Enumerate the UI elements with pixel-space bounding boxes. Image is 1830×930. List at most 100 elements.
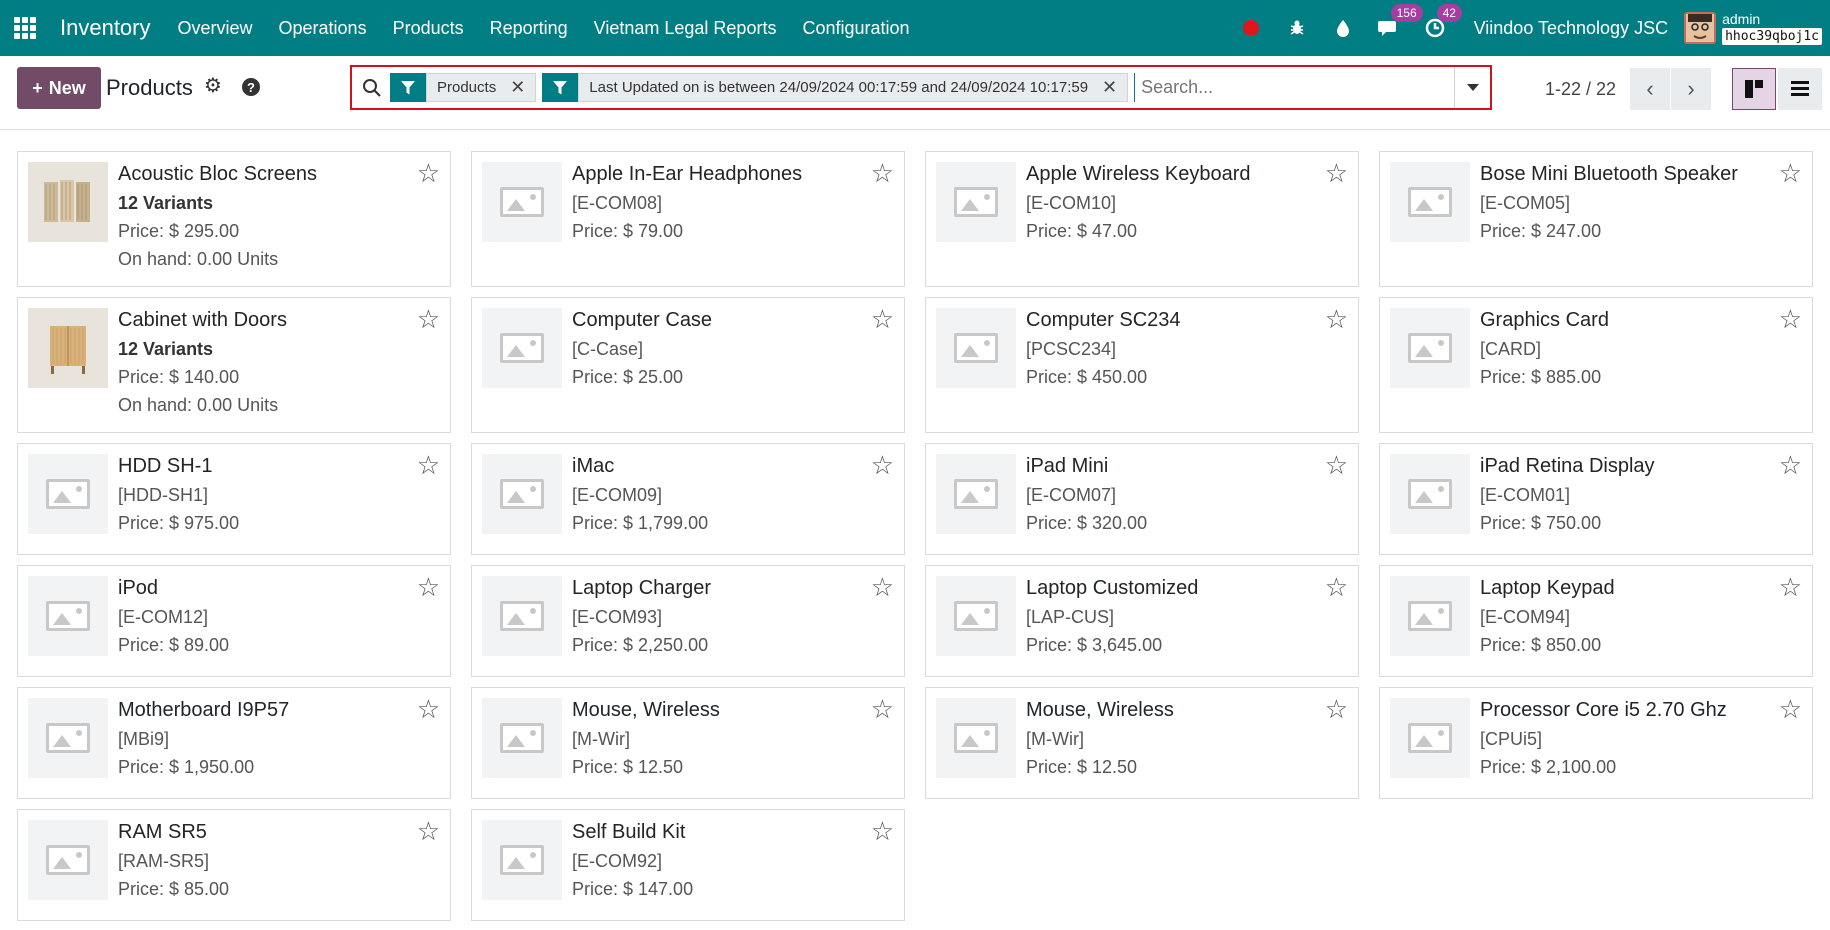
product-name: Laptop Customized: [1026, 577, 1199, 599]
favorite-star-icon[interactable]: ☆: [1325, 160, 1348, 186]
product-name: Laptop Keypad: [1480, 577, 1615, 599]
product-card[interactable]: iPad Retina Display [E-COM01] Price: $ 750…: [1379, 443, 1813, 555]
menu-overview[interactable]: Overview: [165, 18, 266, 39]
product-card[interactable]: iPad Mini [E-COM07] Price: $ 320.00 ☆: [925, 443, 1359, 555]
favorite-star-icon[interactable]: ☆: [1325, 306, 1348, 332]
product-card[interactable]: iMac [E-COM09] Price: $ 1,799.00 ☆: [471, 443, 905, 555]
product-card[interactable]: Motherboard I9P57 [MBi9] Price: $ 1,950.00…: [17, 687, 451, 799]
favorite-star-icon[interactable]: ☆: [417, 306, 440, 332]
new-button[interactable]: + New: [17, 67, 101, 109]
product-price: Price: $ 1,799.00: [572, 513, 709, 533]
product-card[interactable]: RAM SR5 [RAM-SR5] Price: $ 85.00 ☆: [17, 809, 451, 921]
product-card[interactable]: Computer SC234 [PCSC234] Price: $ 450.00 ☆: [925, 297, 1359, 433]
product-card[interactable]: Apple Wireless Keyboard [E-COM10] Price: $…: [925, 151, 1359, 287]
favorite-star-icon[interactable]: ☆: [417, 160, 440, 186]
pager-value[interactable]: 1-22 / 22: [1545, 79, 1616, 100]
activity-clock-icon[interactable]: 42: [1423, 4, 1462, 40]
product-card[interactable]: HDD SH-1 [HDD-SH1] Price: $ 975.00 ☆: [17, 443, 451, 555]
product-card[interactable]: Acoustic Bloc Screens 12 Variants Price: $…: [17, 151, 451, 287]
search-options-toggle[interactable]: [1454, 67, 1490, 108]
placeholder-image-icon: [482, 576, 562, 656]
remove-facet-icon[interactable]: ✕: [1102, 77, 1117, 98]
product-card[interactable]: Processor Core i5 2.70 Ghz [CPUi5] Price: …: [1379, 687, 1813, 799]
product-card[interactable]: Computer Case [C-Case] Price: $ 25.00 ☆: [471, 297, 905, 433]
remove-facet-icon[interactable]: ✕: [510, 77, 525, 98]
menu-configuration[interactable]: Configuration: [789, 18, 922, 39]
favorite-star-icon[interactable]: ☆: [417, 696, 440, 722]
product-card[interactable]: Laptop Keypad [E-COM94] Price: $ 850.00 ☆: [1379, 565, 1813, 677]
favorite-star-icon[interactable]: ☆: [871, 818, 894, 844]
menu-vietnam-legal-reports[interactable]: Vietnam Legal Reports: [581, 18, 790, 39]
chat-icon[interactable]: 156: [1377, 4, 1423, 40]
favorite-star-icon[interactable]: ☆: [1325, 696, 1348, 722]
favorite-star-icon[interactable]: ☆: [1779, 452, 1802, 478]
favorite-star-icon[interactable]: ☆: [871, 696, 894, 722]
company-switcher[interactable]: Viindoo Technology JSC: [1474, 18, 1668, 39]
favorite-star-icon[interactable]: ☆: [1779, 574, 1802, 600]
menu-reporting[interactable]: Reporting: [477, 18, 581, 39]
search-input[interactable]: [1134, 73, 1454, 102]
help-icon[interactable]: ?: [242, 78, 260, 96]
product-price: Price: $ 12.50: [572, 757, 684, 777]
product-reference: [E-COM10]: [1026, 193, 1117, 213]
product-card[interactable]: Cabinet with Doors 12 Variants Price: $ 14…: [17, 297, 451, 433]
product-card[interactable]: Laptop Charger [E-COM93] Price: $ 2,250.00…: [471, 565, 905, 677]
recording-icon[interactable]: [1239, 16, 1263, 40]
product-card[interactable]: Bose Mini Bluetooth Speaker [E-COM05] Pric…: [1379, 151, 1813, 287]
placeholder-image-icon: [482, 454, 562, 534]
favorite-star-icon[interactable]: ☆: [1779, 306, 1802, 332]
product-card[interactable]: Laptop Customized [LAP-CUS] Price: $ 3,645…: [925, 565, 1359, 677]
product-reference: [E-COM92]: [572, 851, 663, 871]
product-name: HDD SH-1: [118, 455, 213, 477]
product-price: Price: $ 47.00: [1026, 221, 1138, 241]
product-card[interactable]: Graphics Card [CARD] Price: $ 885.00 ☆: [1379, 297, 1813, 433]
product-price: Price: $ 25.00: [572, 367, 684, 387]
theme-drop-icon[interactable]: [1331, 16, 1355, 40]
product-on-hand: On hand: 0.00 Units: [118, 395, 279, 415]
favorite-star-icon[interactable]: ☆: [871, 306, 894, 332]
gear-icon[interactable]: ⚙: [204, 73, 222, 98]
menu-products[interactable]: Products: [380, 18, 477, 39]
favorite-star-icon[interactable]: ☆: [871, 452, 894, 478]
pager-previous-button[interactable]: ‹: [1630, 68, 1670, 110]
activity-badge: 42: [1436, 4, 1462, 22]
product-reference: [E-COM12]: [118, 607, 209, 627]
favorite-star-icon[interactable]: ☆: [1325, 574, 1348, 600]
product-name: iPod: [118, 577, 159, 599]
bug-icon[interactable]: [1285, 16, 1309, 40]
product-card[interactable]: iPod [E-COM12] Price: $ 89.00 ☆: [17, 565, 451, 677]
apps-menu-icon[interactable]: [14, 17, 36, 39]
pager-next-button[interactable]: ›: [1671, 68, 1711, 110]
placeholder-image-icon: [482, 162, 562, 242]
list-view-button[interactable]: [1778, 68, 1822, 110]
product-card[interactable]: Self Build Kit [E-COM92] Price: $ 147.00 ☆: [471, 809, 905, 921]
placeholder-image-icon: [936, 308, 1016, 388]
menu-operations[interactable]: Operations: [266, 18, 380, 39]
product-reference: [CPUi5]: [1480, 729, 1543, 749]
favorite-star-icon[interactable]: ☆: [417, 574, 440, 600]
product-price: Price: $ 147.00: [572, 879, 694, 899]
user-name: admin: [1722, 11, 1761, 27]
product-reference: [E-COM94]: [1480, 607, 1571, 627]
product-card[interactable]: Apple In-Ear Headphones [E-COM08] Price: $…: [471, 151, 905, 287]
product-name: Processor Core i5 2.70 Ghz: [1480, 699, 1727, 721]
favorite-star-icon[interactable]: ☆: [1779, 696, 1802, 722]
favorite-star-icon[interactable]: ☆: [417, 452, 440, 478]
favorite-star-icon[interactable]: ☆: [871, 160, 894, 186]
favorite-star-icon[interactable]: ☆: [871, 574, 894, 600]
app-name[interactable]: Inventory: [60, 15, 151, 41]
product-price: Price: $ 247.00: [1480, 221, 1602, 241]
search-icon[interactable]: [354, 78, 390, 98]
filter-icon: [542, 73, 579, 102]
product-card[interactable]: Mouse, Wireless [M-Wir] Price: $ 12.50 ☆: [925, 687, 1359, 799]
favorite-star-icon[interactable]: ☆: [1779, 160, 1802, 186]
user-menu[interactable]: admin hhoc39qboj1c: [1722, 11, 1822, 45]
placeholder-image-icon: [1390, 698, 1470, 778]
product-price: Price: $ 85.00: [118, 879, 230, 899]
favorite-star-icon[interactable]: ☆: [1325, 452, 1348, 478]
kanban-view-button[interactable]: [1732, 68, 1776, 110]
placeholder-image-icon: [1390, 162, 1470, 242]
product-card[interactable]: Mouse, Wireless [M-Wir] Price: $ 12.50 ☆: [471, 687, 905, 799]
favorite-star-icon[interactable]: ☆: [417, 818, 440, 844]
user-avatar[interactable]: [1684, 12, 1717, 44]
